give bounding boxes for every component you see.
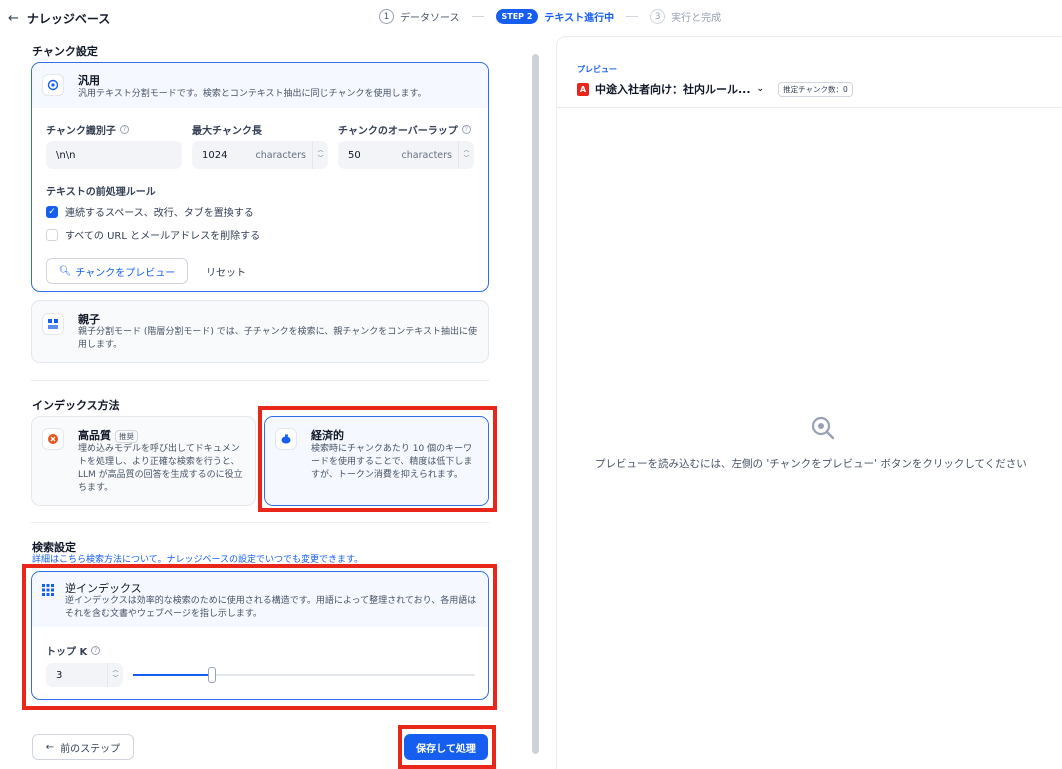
preview-chunks-button[interactable]: 🔍︎ チャンクをプレビュー	[46, 258, 188, 284]
stepper: 1 データソース STEP 2 テキスト進行中 3 実行と完成	[379, 9, 721, 24]
high-quality-card[interactable]: 高品質 推奨 埋め込みモデルを呼び出してドキュメントを処理し、より正確な検索を行う…	[31, 416, 256, 506]
preview-empty-message: プレビューを読み込むには、左側の 'チャンクをプレビュー' ボタンをクリックして…	[595, 458, 1027, 470]
delimiter-value: \n\n	[56, 149, 76, 161]
section-divider	[31, 522, 489, 523]
retrieval-settings-title: 検索設定	[32, 541, 76, 554]
recommended-badge: 推奨	[115, 429, 138, 443]
highlight-retrieval	[22, 564, 497, 710]
reset-label: リセット	[206, 267, 246, 279]
max-length-unit: characters	[255, 149, 306, 161]
general-mode-name: 汎用	[78, 74, 100, 87]
delimiter-label-text: チャンク識別子	[46, 126, 116, 137]
previous-step-label: 前のステップ	[60, 743, 121, 755]
step-divider	[471, 16, 484, 17]
checkbox-checked[interactable]: ✓	[46, 205, 58, 218]
max-length-input[interactable]: 1024 characters ︿ ﹀	[192, 141, 328, 169]
rule-replace-spaces[interactable]: ✓ 連続するスペース、改行、タブを置換する	[46, 204, 254, 219]
high-quality-name: 高品質 推奨	[78, 427, 138, 443]
scrollbar[interactable]	[532, 54, 539, 754]
document-selector[interactable]: A 中途入社者向け：社内ルール... ⌄ 推定チャンク数：0	[577, 81, 853, 97]
delimiter-input[interactable]: \n\n	[46, 141, 182, 169]
high-quality-icon	[42, 428, 64, 450]
rule-replace-spaces-label: 連続するスペース、改行、タブを置換する	[65, 208, 254, 219]
highlight-save-button	[398, 725, 496, 769]
parent-child-name: 親子	[78, 313, 100, 326]
arrow-left-icon: ←	[45, 741, 55, 753]
chevron-down-icon[interactable]: ⌄	[757, 84, 765, 94]
parent-child-desc: 親子分割モード (階層分割モード) では、子チャンクを検索に、親チャンクをコンテ…	[78, 327, 478, 350]
overlap-unit: characters	[401, 149, 452, 161]
search-preview-icon	[810, 415, 836, 444]
overlap-stepper[interactable]: ︿ ﹀	[458, 141, 474, 169]
arrow-left-icon: ←	[8, 11, 19, 26]
chevron-down-icon[interactable]: ﹀	[463, 155, 469, 163]
general-mode-card[interactable]: 汎用 汎用テキスト分割モードです。検索とコンテキスト抽出に同じチャンクを使用しま…	[31, 62, 489, 292]
settings-panel: チャンク設定 汎用 汎用テキスト分割モードです。検索とコンテキスト抽出に同じチャ…	[0, 36, 530, 769]
reset-button[interactable]: リセット	[196, 258, 256, 284]
preview-divider	[557, 107, 1062, 108]
general-mode-icon	[42, 74, 64, 96]
step-label-datasource: データソース	[400, 13, 460, 24]
overlap-label-text: チャンクのオーバーラップ	[338, 126, 458, 137]
info-icon: ?	[461, 125, 471, 134]
chunk-settings-title: チャンク設定	[32, 45, 98, 58]
preview-chunks-label: チャンクをプレビュー	[75, 267, 176, 279]
checkbox-unchecked[interactable]	[46, 228, 58, 241]
step-divider	[626, 16, 639, 17]
high-quality-name-text: 高品質	[78, 429, 111, 442]
parent-child-mode-card[interactable]: 親子 親子分割モード (階層分割モード) では、子チャンクを検索に、親チャンクを…	[31, 300, 489, 363]
overlap-value: 50	[348, 149, 361, 161]
high-quality-desc: 埋め込みモデルを呼び出してドキュメントを処理し、より正確な検索を行うと、LLM …	[78, 444, 243, 493]
rule-remove-urls-label: すべての URL とメールアドレスを削除する	[65, 231, 261, 242]
preview-panel: プレビュー A 中途入社者向け：社内ルール... ⌄ 推定チャンク数：0 プレビ…	[556, 36, 1062, 769]
page-title: ナレッジベース	[26, 12, 111, 26]
overlap-label: チャンクのオーバーラップ ?	[338, 122, 471, 137]
overlap-input[interactable]: 50 characters ︿ ﹀	[338, 141, 474, 169]
general-card-header	[32, 63, 488, 108]
highlight-economic	[258, 406, 497, 512]
pdf-file-icon: A	[577, 82, 589, 96]
preprocess-rules-label: テキストの前処理ルール	[46, 187, 156, 198]
estimated-chunks-badge: 推定チャンク数：0	[778, 81, 853, 97]
step-label-processing: テキスト進行中	[544, 13, 615, 24]
section-divider	[31, 380, 489, 381]
index-method-title: インデックス方法	[32, 399, 120, 412]
rule-remove-urls[interactable]: すべての URL とメールアドレスを削除する	[46, 227, 260, 242]
top-bar: ← ナレッジベース 1 データソース STEP 2 テキスト進行中 3 実行と完…	[0, 0, 1062, 36]
step-current-pill: STEP 2	[495, 9, 539, 24]
max-length-label: 最大チャンク長	[192, 126, 262, 137]
document-title: 中途入社者向け：社内ルール...	[595, 83, 751, 96]
delimiter-label: チャンク識別子 ?	[46, 122, 129, 137]
chevron-down-icon[interactable]: ﹀	[317, 155, 323, 163]
search-icon: 🔍︎	[58, 265, 72, 277]
step-label-finish: 実行と完成	[671, 13, 722, 24]
chevron-up-icon[interactable]: ︿	[463, 147, 469, 155]
back-to-knowledge-button[interactable]: ← ナレッジベース	[8, 10, 110, 27]
preview-caption: プレビュー	[577, 65, 617, 74]
max-length-stepper[interactable]: ︿ ﹀	[312, 141, 328, 169]
previous-step-button[interactable]: ← 前のステップ	[32, 734, 134, 760]
chevron-up-icon[interactable]: ︿	[317, 147, 323, 155]
info-icon: ?	[119, 125, 129, 134]
parent-child-icon	[42, 313, 64, 335]
max-length-value: 1024	[202, 149, 228, 161]
step-number: 3	[650, 9, 666, 24]
step-number: 1	[379, 9, 394, 24]
general-mode-desc: 汎用テキスト分割モードです。検索とコンテキスト抽出に同じチャンクを使用します。	[78, 89, 427, 99]
